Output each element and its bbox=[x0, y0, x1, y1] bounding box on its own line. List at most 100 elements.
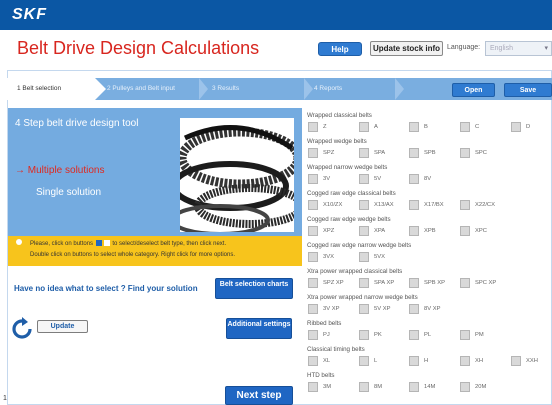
page-number: 1 bbox=[3, 395, 7, 402]
category-label: Wrapped wedge belts bbox=[307, 138, 367, 145]
belt-toggle-swatch[interactable] bbox=[359, 226, 369, 236]
belt-option-label: PK bbox=[374, 332, 382, 338]
belt-toggle-swatch[interactable] bbox=[409, 122, 419, 132]
belt-option-label: X22/CX bbox=[475, 202, 495, 208]
belt-toggle-swatch[interactable] bbox=[409, 148, 419, 158]
belt-toggle-swatch[interactable] bbox=[359, 122, 369, 132]
belt-toggle-swatch[interactable] bbox=[409, 356, 419, 366]
language-select[interactable]: English ▾ bbox=[485, 41, 552, 56]
belt-option-label: SPC bbox=[475, 150, 487, 156]
belt-option-label: SPC XP bbox=[475, 280, 497, 286]
belt-toggle-swatch[interactable] bbox=[308, 356, 318, 366]
belt-toggle-swatch[interactable] bbox=[460, 148, 470, 158]
top-bar: SKF bbox=[0, 0, 552, 30]
arrow-right-icon: → bbox=[15, 165, 25, 176]
tab-belt-selection[interactable]: 1 Belt selection bbox=[7, 78, 106, 100]
belt-toggle-swatch[interactable] bbox=[308, 252, 318, 262]
language-label: Language: bbox=[447, 44, 481, 51]
step-separator bbox=[304, 78, 313, 100]
belt-toggle-swatch[interactable] bbox=[409, 174, 419, 184]
category-label: Xtra power wrapped classical belts bbox=[307, 268, 403, 275]
belt-selection-charts-button[interactable]: Belt selection charts bbox=[215, 278, 293, 299]
save-button[interactable]: Save bbox=[504, 83, 552, 97]
belt-toggle-swatch[interactable] bbox=[308, 200, 318, 210]
belt-toggle-swatch[interactable] bbox=[308, 278, 318, 288]
belt-option-label: Z bbox=[323, 124, 327, 130]
language-value: English bbox=[490, 45, 513, 52]
belt-toggle-swatch[interactable] bbox=[460, 278, 470, 288]
belt-option-label: 3M bbox=[323, 384, 332, 390]
skf-logo: SKF bbox=[12, 6, 47, 23]
belt-toggle-swatch[interactable] bbox=[409, 226, 419, 236]
belt-toggle-swatch[interactable] bbox=[359, 278, 369, 288]
belt-toggle-swatch[interactable] bbox=[511, 122, 521, 132]
next-step-button[interactable]: Next step bbox=[225, 386, 293, 405]
belt-toggle-swatch[interactable] bbox=[359, 304, 369, 314]
help-button[interactable]: Help bbox=[318, 42, 362, 56]
category-label: Wrapped classical belts bbox=[307, 112, 372, 119]
belt-toggle-swatch[interactable] bbox=[409, 304, 419, 314]
belt-toggle-swatch[interactable] bbox=[460, 200, 470, 210]
tab-pulleys-belt-input[interactable]: 2 Pulleys and Belt input bbox=[107, 78, 202, 100]
belt-option-label: D bbox=[526, 124, 531, 130]
belt-option-label: XH bbox=[475, 358, 484, 364]
belt-toggle-swatch[interactable] bbox=[308, 174, 318, 184]
belt-toggle-swatch[interactable] bbox=[308, 148, 318, 158]
belt-option-label: 3V XP bbox=[323, 306, 340, 312]
tab-reports[interactable]: 4 Reports bbox=[314, 78, 394, 100]
belt-toggle-swatch[interactable] bbox=[359, 356, 369, 366]
belt-toggle-swatch[interactable] bbox=[409, 278, 419, 288]
belt-option-label: B bbox=[424, 124, 428, 130]
additional-settings-button[interactable]: Additional settings bbox=[226, 318, 292, 339]
belt-option-label: 5VX bbox=[374, 254, 385, 260]
belt-option-label: PM bbox=[475, 332, 484, 338]
hint-text-line1: Please, click on buttons to select/desel… bbox=[30, 240, 227, 247]
belt-option-label: XPC bbox=[475, 228, 487, 234]
belt-option-label: 20M bbox=[475, 384, 487, 390]
belt-toggle-swatch[interactable] bbox=[359, 148, 369, 158]
belt-option-label: 3V bbox=[323, 176, 331, 182]
tab-results[interactable]: 3 Results bbox=[212, 78, 302, 100]
multiple-solutions-label: Multiple solutions bbox=[27, 165, 105, 176]
belt-option-label: XPB bbox=[424, 228, 436, 234]
open-button[interactable]: Open bbox=[452, 83, 495, 97]
belt-toggle-swatch[interactable] bbox=[511, 356, 521, 366]
belt-option-label: X10/ZX bbox=[323, 202, 343, 208]
belt-toggle-swatch[interactable] bbox=[359, 382, 369, 392]
belt-toggle-swatch[interactable] bbox=[308, 304, 318, 314]
belt-toggle-swatch[interactable] bbox=[359, 252, 369, 262]
belt-toggle-swatch[interactable] bbox=[460, 356, 470, 366]
belt-option-label: 14M bbox=[424, 384, 436, 390]
belt-option-label: H bbox=[424, 358, 429, 364]
belt-option-label: XPA bbox=[374, 228, 386, 234]
belt-toggle-swatch[interactable] bbox=[409, 200, 419, 210]
refresh-icon[interactable] bbox=[10, 317, 34, 341]
belts-illustration bbox=[180, 118, 294, 232]
belt-toggle-swatch[interactable] bbox=[308, 382, 318, 392]
belt-toggle-swatch[interactable] bbox=[308, 226, 318, 236]
belt-toggle-swatch[interactable] bbox=[409, 330, 419, 340]
belt-option-label: SPA bbox=[374, 150, 386, 156]
belt-toggle-swatch[interactable] bbox=[308, 122, 318, 132]
chevron-down-icon: ▾ bbox=[544, 45, 548, 52]
belt-toggle-swatch[interactable] bbox=[359, 200, 369, 210]
belt-toggle-swatch[interactable] bbox=[460, 330, 470, 340]
belt-toggle-swatch[interactable] bbox=[359, 330, 369, 340]
belt-toggle-swatch[interactable] bbox=[460, 122, 470, 132]
category-label: Cogged raw edge wedge belts bbox=[307, 216, 391, 223]
belt-toggle-swatch[interactable] bbox=[308, 330, 318, 340]
step-separator bbox=[199, 78, 208, 100]
belt-toggle-swatch[interactable] bbox=[409, 382, 419, 392]
belt-toggle-swatch[interactable] bbox=[460, 382, 470, 392]
update-stock-button[interactable]: Update stock info bbox=[370, 41, 443, 56]
belt-option-label: XXH bbox=[526, 358, 538, 364]
belt-toggle-swatch[interactable] bbox=[359, 174, 369, 184]
belt-option-label: A bbox=[374, 124, 378, 130]
belt-option-label: X17/BX bbox=[424, 202, 444, 208]
update-button[interactable]: Update bbox=[37, 320, 88, 333]
multiple-solutions-option[interactable]: → Multiple solutions bbox=[15, 165, 105, 176]
unselected-swatch-icon bbox=[103, 240, 110, 246]
belt-toggle-swatch[interactable] bbox=[460, 226, 470, 236]
category-label: Wrapped narrow wedge belts bbox=[307, 164, 388, 171]
single-solution-option[interactable]: Single solution bbox=[36, 187, 101, 198]
